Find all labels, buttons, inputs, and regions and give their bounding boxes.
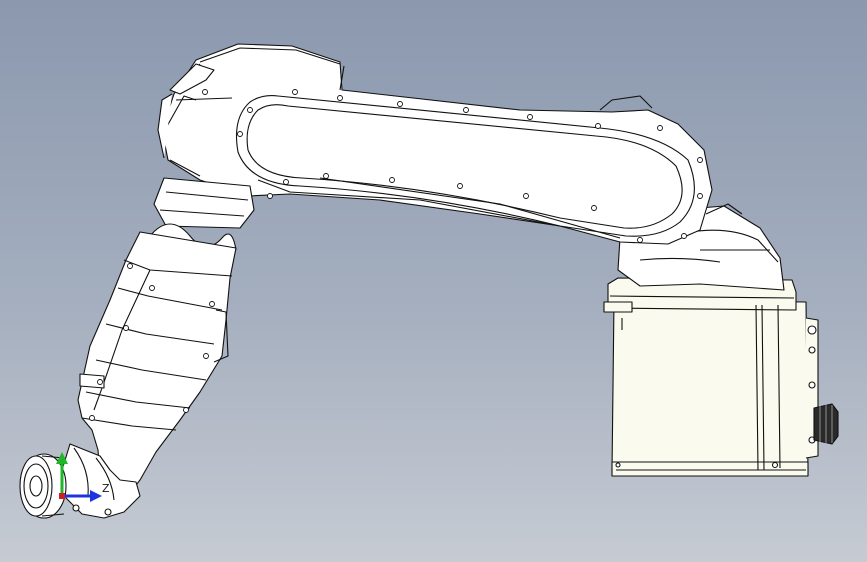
x-axis-marker	[59, 493, 65, 499]
robot-base[interactable]	[603, 277, 819, 477]
cable-connector[interactable]	[813, 403, 839, 445]
cad-graphics-area[interactable]: Z	[0, 0, 867, 562]
robot-arm-model[interactable]	[0, 0, 867, 562]
axis-z-label: Z	[102, 482, 110, 495]
